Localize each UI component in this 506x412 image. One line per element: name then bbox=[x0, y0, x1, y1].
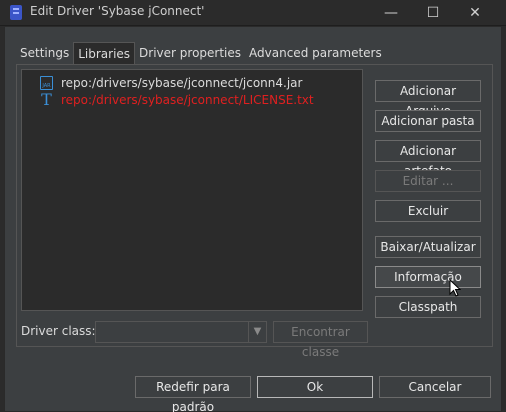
window-title-bar[interactable]: Edit Driver 'Sybase jConnect' — ☐ ✕ bbox=[0, 0, 506, 26]
download-update-button[interactable]: Baixar/Atualizar bbox=[375, 236, 481, 258]
add-artifact-button[interactable]: Adicionar artefato bbox=[375, 140, 481, 178]
information-button[interactable]: Informação bbox=[375, 266, 481, 288]
libraries-panel: repo:/drivers/sybase/jconnect/jconn4.jar… bbox=[16, 65, 493, 359]
add-file-button[interactable]: Adicionar Arquivo bbox=[375, 80, 481, 118]
library-list[interactable]: repo:/drivers/sybase/jconnect/jconn4.jar… bbox=[21, 69, 363, 311]
window-title: Edit Driver 'Sybase jConnect' bbox=[30, 4, 205, 18]
app-icon bbox=[10, 5, 22, 20]
cancel-button[interactable]: Cancelar bbox=[379, 376, 491, 398]
delete-button[interactable]: Excluir bbox=[375, 200, 481, 222]
classpath-button[interactable]: Classpath bbox=[375, 296, 481, 318]
minimize-icon[interactable]: — bbox=[372, 0, 410, 26]
driver-class-select[interactable]: ▼ bbox=[95, 321, 267, 343]
driver-class-row: Driver class: ▼ Encontrar classe bbox=[21, 321, 481, 359]
list-item[interactable]: T repo:/drivers/sybase/jconnect/LICENSE.… bbox=[22, 91, 362, 108]
list-item[interactable]: repo:/drivers/sybase/jconnect/jconn4.jar bbox=[22, 74, 362, 91]
library-path: repo:/drivers/sybase/jconnect/LICENSE.tx… bbox=[61, 92, 314, 107]
tab-bar: Settings Libraries Driver properties Adv… bbox=[16, 42, 386, 64]
close-icon[interactable]: ✕ bbox=[456, 0, 494, 26]
tab-advanced-parameters[interactable]: Advanced parameters bbox=[245, 42, 386, 64]
find-class-button[interactable]: Encontrar classe bbox=[273, 321, 368, 359]
chevron-down-icon[interactable]: ▼ bbox=[248, 322, 266, 342]
ok-button[interactable]: Ok bbox=[257, 376, 373, 398]
jar-file-icon bbox=[40, 75, 53, 90]
mouse-cursor-icon bbox=[449, 279, 461, 297]
edit-driver-dialog: Settings Libraries Driver properties Adv… bbox=[4, 26, 502, 412]
edit-button[interactable]: Editar ... bbox=[375, 170, 481, 192]
tab-libraries[interactable]: Libraries bbox=[73, 42, 136, 64]
text-file-icon: T bbox=[41, 89, 52, 109]
driver-class-label: Driver class: bbox=[21, 324, 96, 338]
tab-driver-properties[interactable]: Driver properties bbox=[135, 42, 245, 64]
add-folder-button[interactable]: Adicionar pasta bbox=[375, 110, 481, 132]
reset-defaults-button[interactable]: Redefir para padrão bbox=[135, 376, 251, 412]
tab-settings[interactable]: Settings bbox=[16, 42, 73, 64]
library-path: repo:/drivers/sybase/jconnect/jconn4.jar bbox=[61, 75, 303, 90]
maximize-icon[interactable]: ☐ bbox=[414, 0, 452, 26]
